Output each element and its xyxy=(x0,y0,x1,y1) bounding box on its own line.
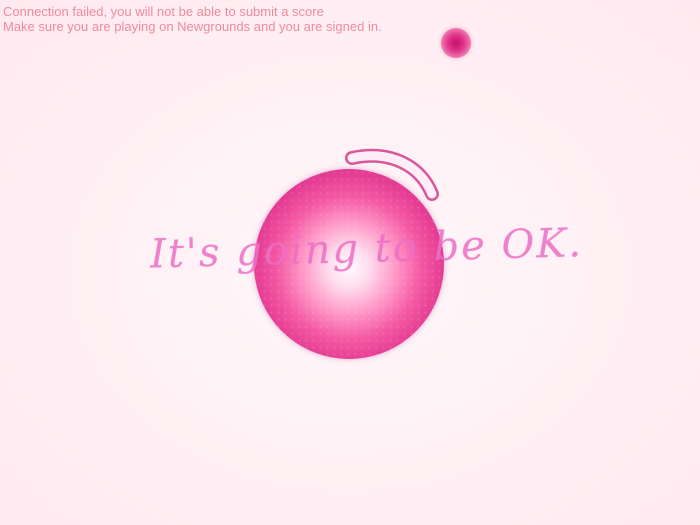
status-line-connection-failed: Connection failed, you will not be able … xyxy=(3,4,324,19)
connection-status: Connection failed, you will not be able … xyxy=(3,4,382,34)
small-orb xyxy=(441,28,471,58)
reassurance-message: It's going to be OK. xyxy=(149,220,584,278)
status-line-sign-in-hint: Make sure you are playing on Newgrounds … xyxy=(3,19,382,34)
